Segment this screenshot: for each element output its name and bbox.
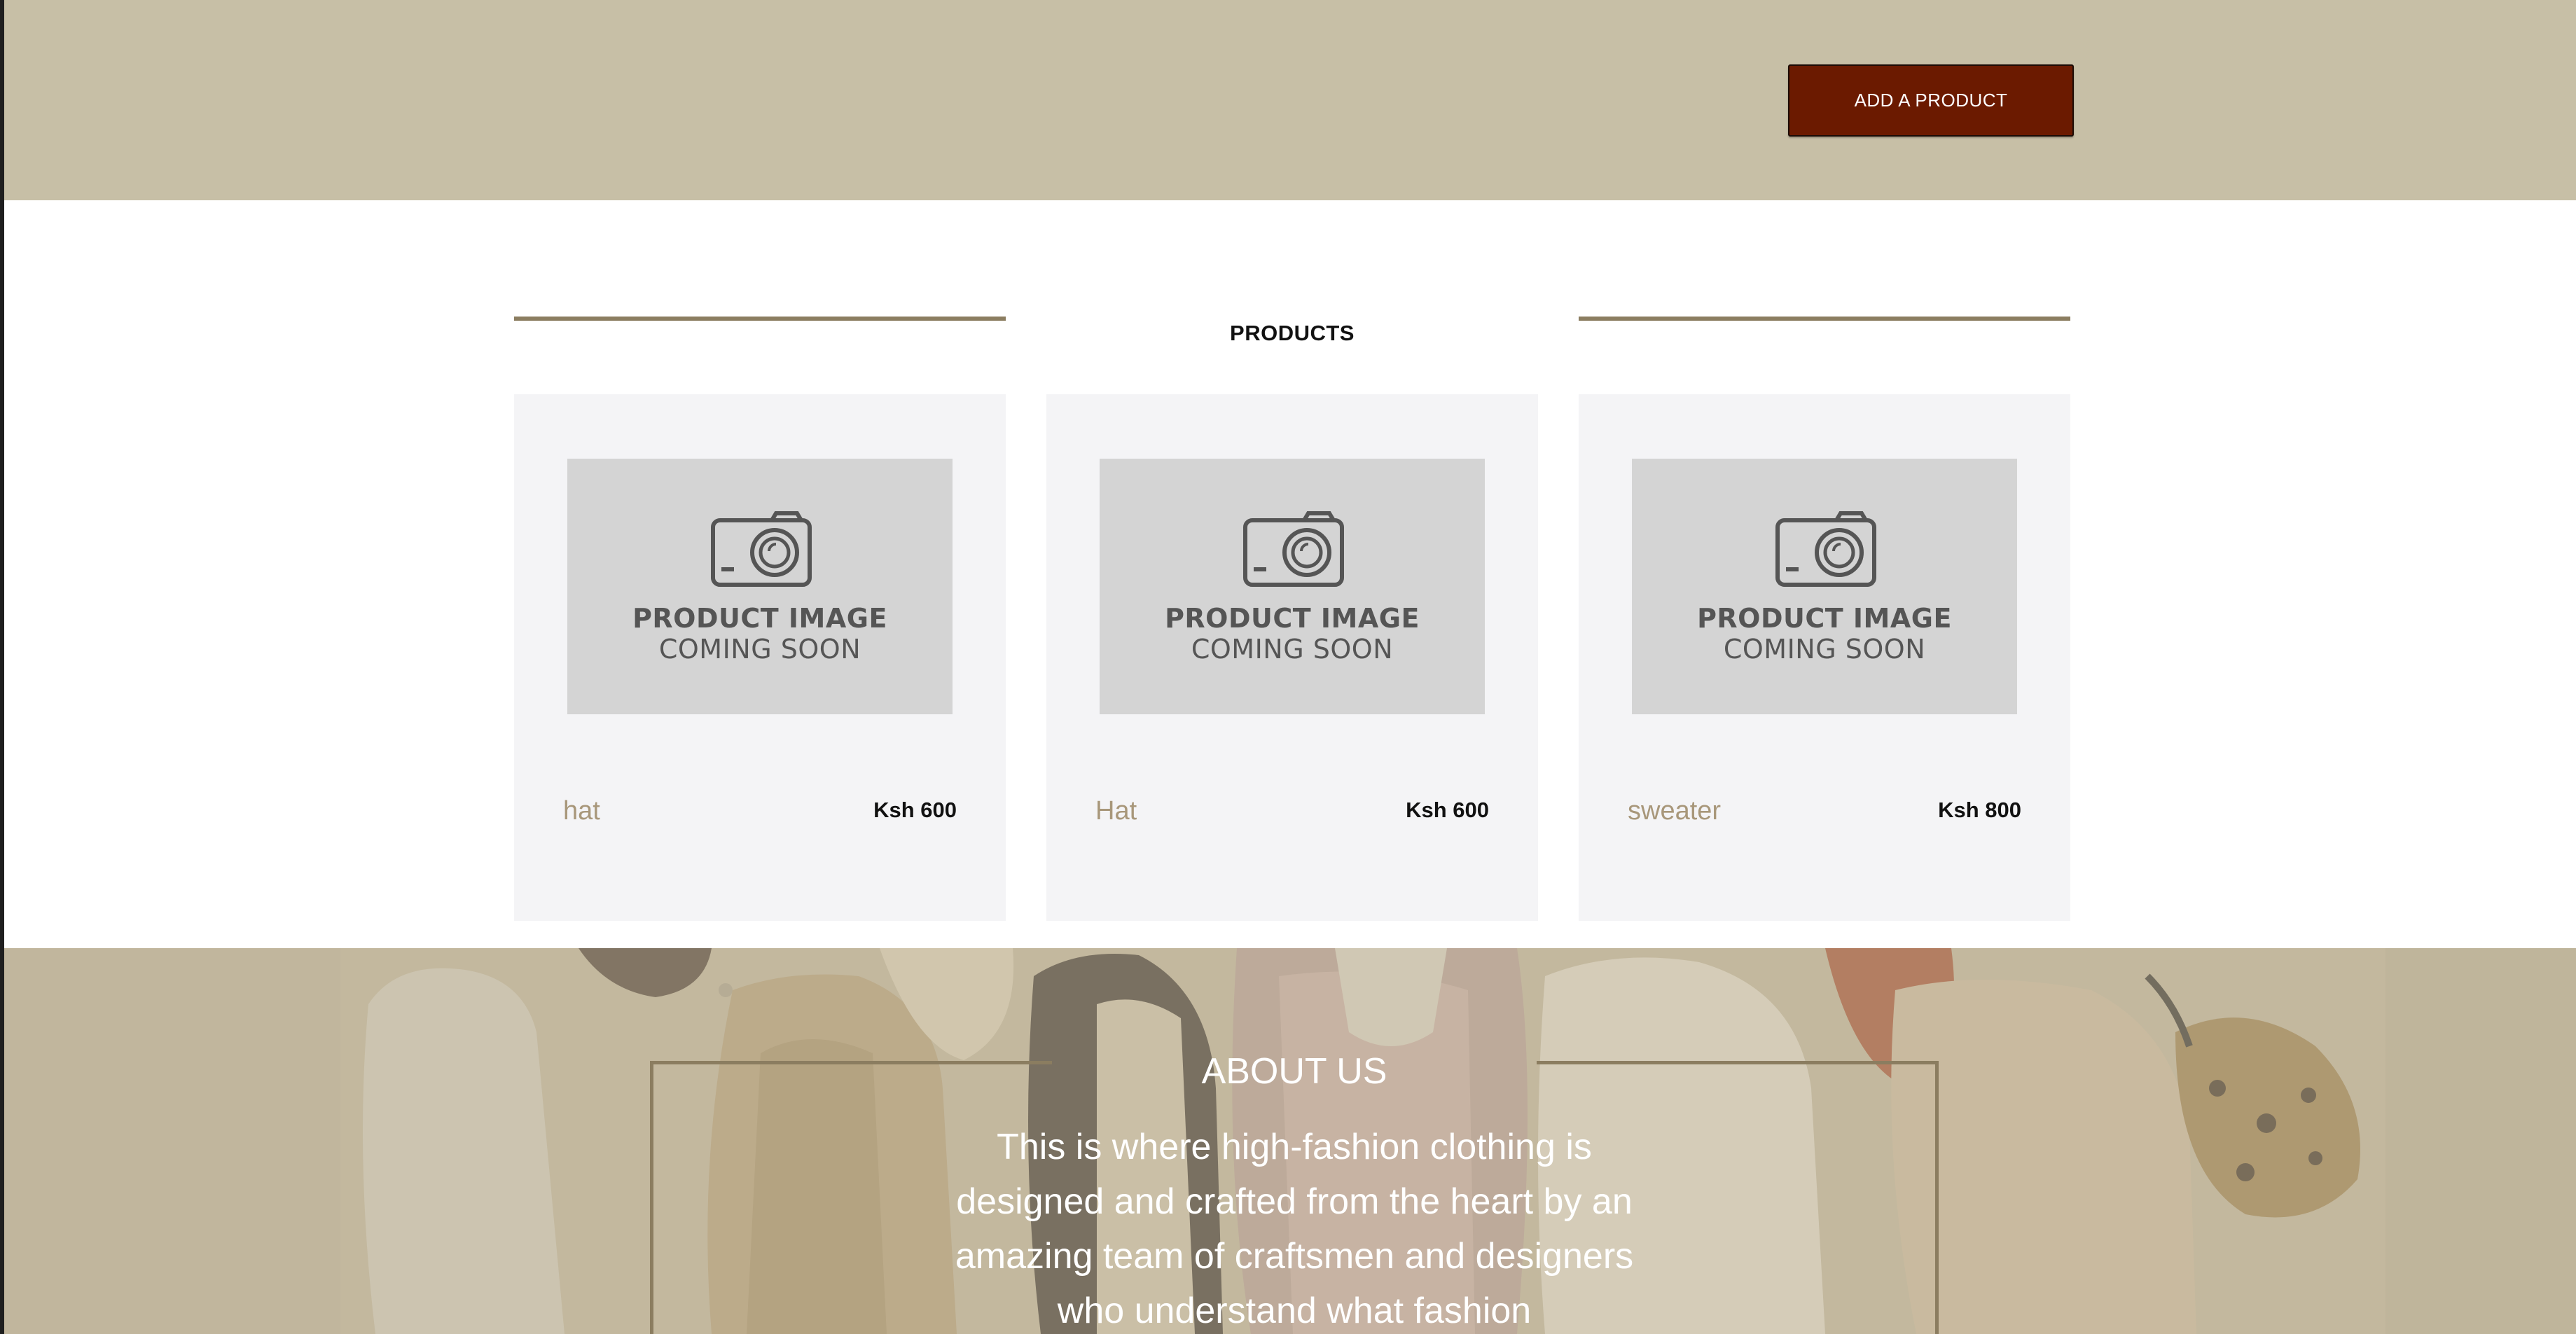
placeholder-line1: PRODUCT IMAGE xyxy=(632,603,887,634)
about-frame-left xyxy=(650,1061,653,1334)
placeholder-line2: COMING SOON xyxy=(1191,634,1394,665)
about-frame-right xyxy=(1935,1061,1939,1334)
products-section: PRODUCTS PRODUCT IMAGE COMING SOON hat K… xyxy=(4,200,2576,948)
product-price: Ksh 600 xyxy=(1406,798,1489,822)
page: ADD A PRODUCT PRODUCTS PRODUCT IMAGE COM… xyxy=(0,0,2576,1334)
product-name[interactable]: Hat xyxy=(1095,796,1137,826)
placeholder-line2: COMING SOON xyxy=(1723,634,1926,665)
about-rule-left xyxy=(650,1061,1052,1064)
about-text: This is where high-fashion clothing is d… xyxy=(955,1127,1634,1331)
product-price: Ksh 600 xyxy=(873,798,957,822)
camera-icon xyxy=(711,511,812,587)
product-card[interactable]: PRODUCT IMAGE COMING SOON hat Ksh 600 xyxy=(514,394,1006,921)
product-image-placeholder: PRODUCT IMAGE COMING SOON xyxy=(567,459,953,714)
placeholder-line1: PRODUCT IMAGE xyxy=(1165,603,1420,634)
site-header: ADD A PRODUCT xyxy=(4,0,2576,200)
placeholder-line2: COMING SOON xyxy=(658,634,861,665)
product-image-placeholder: PRODUCT IMAGE COMING SOON xyxy=(1100,459,1485,714)
products-rule-left xyxy=(514,317,1006,321)
camera-icon xyxy=(1775,511,1876,587)
window-edge xyxy=(0,0,4,1334)
about-title: ABOUT US xyxy=(1201,1051,1387,1092)
product-card[interactable]: PRODUCT IMAGE COMING SOON sweater Ksh 80… xyxy=(1579,394,2070,921)
about-section: ABOUT US This is where high-fashion clot… xyxy=(4,948,2576,1334)
products-title: PRODUCTS xyxy=(1230,321,1355,345)
product-price: Ksh 800 xyxy=(1938,798,2021,822)
placeholder-line1: PRODUCT IMAGE xyxy=(1697,603,1952,634)
camera-icon xyxy=(1243,511,1344,587)
product-name[interactable]: hat xyxy=(563,796,600,826)
add-product-button[interactable]: ADD A PRODUCT xyxy=(1788,64,2074,137)
products-rule-right xyxy=(1579,317,2070,321)
product-image-placeholder: PRODUCT IMAGE COMING SOON xyxy=(1632,459,2017,714)
product-name[interactable]: sweater xyxy=(1628,796,1721,826)
product-card[interactable]: PRODUCT IMAGE COMING SOON Hat Ksh 600 xyxy=(1046,394,1538,921)
about-rule-right xyxy=(1537,1061,1939,1064)
